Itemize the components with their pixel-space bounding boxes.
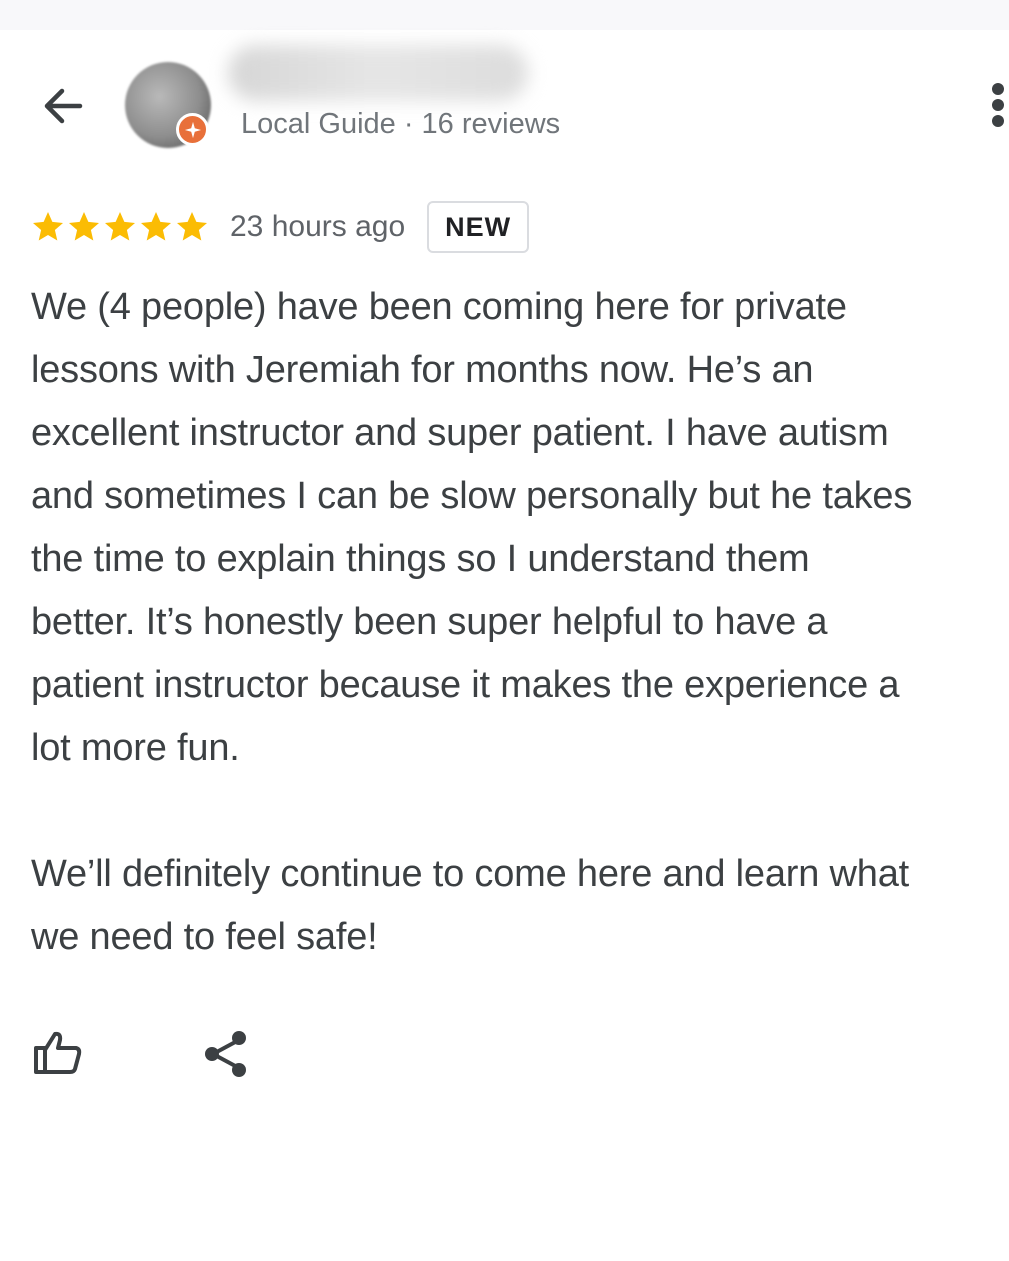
- thumb-up-icon: [34, 1031, 82, 1074]
- review-line: we need to feel safe!: [31, 916, 378, 958]
- review-line: We’ll definitely continue to come here a…: [31, 853, 909, 895]
- review-line: We (4 people) have been coming here for …: [31, 286, 847, 328]
- reviewer-meta: Local Guide · 16 reviews: [241, 108, 561, 140]
- star-icon: [69, 212, 99, 241]
- share-button[interactable]: [200, 1026, 256, 1082]
- rating-row: 23 hours ago NEW: [30, 199, 530, 255]
- share-icon: [205, 1031, 246, 1077]
- star-icon: [141, 212, 171, 241]
- star-icon: [177, 212, 207, 241]
- arrow-left-icon: [44, 88, 83, 124]
- review-line: excellent instructor and super patient. …: [31, 412, 889, 454]
- status-bar-area: [0, 0, 1009, 30]
- new-badge: NEW: [427, 201, 530, 253]
- review-line: and sometimes I can be slow personally b…: [31, 475, 913, 517]
- review-line: patient instructor because it makes the …: [31, 664, 900, 706]
- star-icon: [105, 212, 135, 241]
- back-button[interactable]: [30, 74, 94, 138]
- star-icon: [33, 212, 63, 241]
- review-line: the time to explain things so I understa…: [31, 538, 810, 580]
- more-vert-icon: [992, 83, 1004, 127]
- review-line: lot more fun.: [31, 727, 240, 769]
- review-time: 23 hours ago: [230, 210, 406, 243]
- review-line: lessons with Jeremiah for months now. He…: [31, 349, 814, 391]
- reviewer-name-redacted: [228, 45, 528, 101]
- review-text: We (4 people) have been coming here for …: [31, 276, 1009, 969]
- like-button[interactable]: [30, 1026, 86, 1082]
- star-rating: [30, 209, 210, 245]
- review-line: better. It’s honestly been super helpful…: [31, 601, 828, 643]
- more-options-button[interactable]: [972, 78, 1009, 138]
- local-guide-star-icon: [176, 113, 209, 146]
